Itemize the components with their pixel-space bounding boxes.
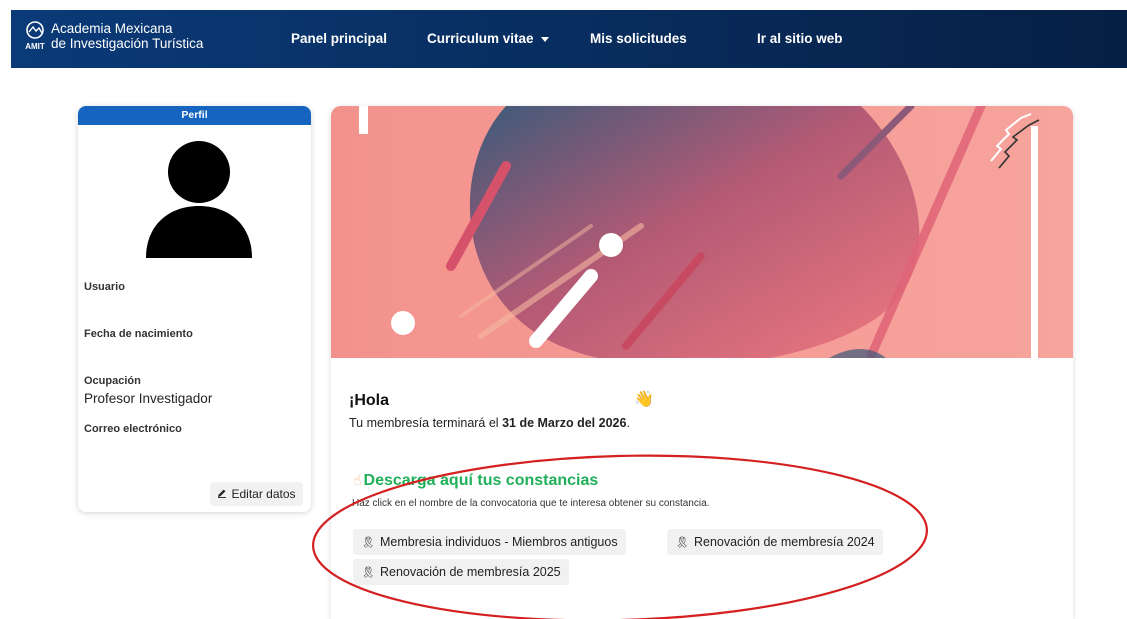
nav-panel-principal[interactable]: Panel principal bbox=[291, 31, 387, 46]
certificate-button-2[interactable]: 🎗 Renovación de membresía 2024 bbox=[667, 529, 883, 555]
edit-data-label: Editar datos bbox=[231, 487, 296, 501]
logo-text: AMIT bbox=[25, 42, 45, 51]
profile-header: Perfil bbox=[78, 106, 311, 125]
avatar-icon bbox=[146, 141, 252, 258]
nav-mis-solicitudes[interactable]: Mis solicitudes bbox=[590, 31, 687, 46]
ocupacion-label: Ocupación bbox=[84, 375, 141, 387]
profile-card: Perfil Usuario Fecha de nacimiento Ocupa… bbox=[78, 106, 311, 512]
ocupacion-value: Profesor Investigador bbox=[84, 391, 213, 406]
page: AMIT Academia Mexicana de Investigación … bbox=[0, 0, 1127, 619]
decorative-banner bbox=[331, 106, 1073, 358]
brand-text: Academia Mexicana de Investigación Turís… bbox=[51, 21, 203, 51]
usuario-label: Usuario bbox=[84, 281, 125, 293]
wave-hand-icon: 👋 bbox=[634, 391, 654, 408]
certificate-button-1[interactable]: 🎗 Membresia individuos - Miembros antiguo… bbox=[353, 529, 626, 555]
award-ribbon-icon: 🎗 bbox=[361, 566, 375, 579]
nav-ir-sitio-web[interactable]: Ir al sitio web bbox=[757, 31, 843, 46]
chevron-down-icon bbox=[540, 36, 549, 42]
main-card: ¡Hola 👋 Tu membresía terminará el 31 de … bbox=[331, 106, 1073, 619]
award-ribbon-icon: 🎗 bbox=[675, 536, 689, 549]
certificate-button-3[interactable]: 🎗 Renovación de membresía 2025 bbox=[353, 559, 569, 585]
nav-curriculum-vitae[interactable]: Curriculum vitae bbox=[427, 31, 549, 46]
amit-logo-icon: AMIT bbox=[23, 21, 47, 51]
download-title: ☝ Descarga aquí tus constancias bbox=[353, 472, 598, 490]
brand[interactable]: AMIT Academia Mexicana de Investigación … bbox=[23, 21, 203, 51]
certificate-label-1: Membresia individuos - Miembros antiguos bbox=[379, 535, 618, 549]
brand-line-2: de Investigación Turística bbox=[51, 36, 204, 51]
hand-pointer-icon: ☝ bbox=[353, 472, 362, 488]
certificate-label-2: Renovación de membresía 2024 bbox=[693, 535, 875, 549]
membership-prefix: Tu membresía terminará el bbox=[349, 416, 503, 430]
download-title-text: Descarga aquí tus constancias bbox=[363, 472, 599, 489]
brand-line-1: Academia Mexicana bbox=[51, 21, 173, 36]
certificate-label-3: Renovación de membresía 2025 bbox=[379, 565, 561, 579]
pencil-icon bbox=[217, 487, 227, 501]
award-ribbon-icon: 🎗 bbox=[361, 536, 375, 549]
membership-suffix: . bbox=[626, 416, 630, 430]
edit-data-button[interactable]: Editar datos bbox=[210, 482, 303, 506]
membership-text: Tu membresía terminará el 31 de Marzo de… bbox=[349, 416, 630, 430]
greeting: ¡Hola bbox=[349, 392, 389, 409]
correo-label: Correo electrónico bbox=[84, 423, 182, 435]
fecha-nacimiento-label: Fecha de nacimiento bbox=[84, 328, 193, 340]
download-subtitle: Haz click en el nombre de la convocatori… bbox=[352, 498, 710, 509]
membership-date: 31 de Marzo del 2026 bbox=[502, 416, 627, 430]
nav-curriculum-label: Curriculum vitae bbox=[427, 31, 534, 46]
top-navbar: AMIT Academia Mexicana de Investigación … bbox=[11, 10, 1127, 68]
